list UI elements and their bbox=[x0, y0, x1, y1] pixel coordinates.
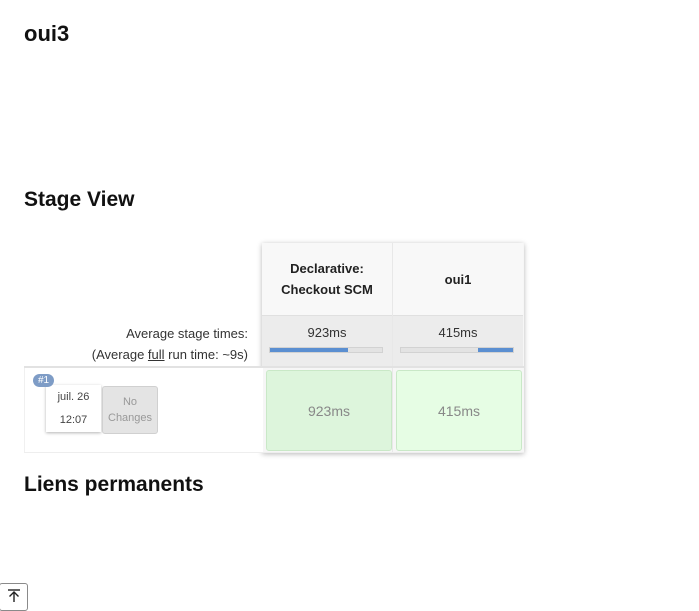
stage-view-heading: Stage View bbox=[24, 188, 135, 211]
page-title: oui3 bbox=[24, 21, 70, 46]
avg-time-checkout-scm: 923ms bbox=[262, 315, 392, 368]
build-date-day: juil. 26 bbox=[57, 391, 90, 403]
stage-header-line: Declarative: bbox=[290, 261, 364, 276]
stage-cell-checkout-scm[interactable]: 923ms bbox=[266, 370, 392, 451]
changes-indicator[interactable]: No Changes bbox=[102, 386, 158, 434]
permalinks-heading: Liens permanents bbox=[24, 473, 204, 496]
avg-label-line1: Average stage times: bbox=[126, 326, 248, 341]
build-date-time: 12:07 bbox=[59, 414, 88, 426]
avg-time-bar bbox=[269, 347, 383, 353]
build-date[interactable]: juil. 26 12:07 bbox=[46, 385, 101, 432]
avg-time-value: 923ms bbox=[307, 325, 347, 340]
avg-label-suffix: run time: ~9s) bbox=[164, 347, 248, 362]
avg-time-bar-fill bbox=[270, 348, 349, 352]
full-run-time-link[interactable]: full bbox=[148, 347, 165, 362]
stage-header-oui1: oui1 bbox=[393, 243, 523, 315]
average-stage-times-label: Average stage times: (Average full run t… bbox=[92, 323, 248, 365]
stage-cell-oui1[interactable]: 415ms bbox=[396, 370, 522, 451]
arrow-to-top-icon bbox=[7, 588, 21, 607]
stage-header-line: Checkout SCM bbox=[281, 282, 373, 297]
avg-time-value: 415ms bbox=[438, 325, 478, 340]
avg-time-oui1: 415ms bbox=[393, 315, 523, 368]
avg-time-bar bbox=[400, 347, 514, 353]
avg-label-prefix: (Average bbox=[91, 347, 148, 362]
stage-header-line: oui1 bbox=[444, 271, 472, 287]
avg-time-bar-fill bbox=[478, 348, 513, 352]
avg-label-line2: (Average full run time: ~9s) bbox=[92, 344, 248, 365]
build-number-badge[interactable]: #1 bbox=[33, 374, 55, 387]
stage-header-checkout-scm: Declarative: Checkout SCM bbox=[262, 243, 392, 315]
changes-label: No Changes bbox=[108, 396, 153, 424]
stage-view: Declarative: Checkout SCM oui1 Average s… bbox=[24, 243, 526, 455]
